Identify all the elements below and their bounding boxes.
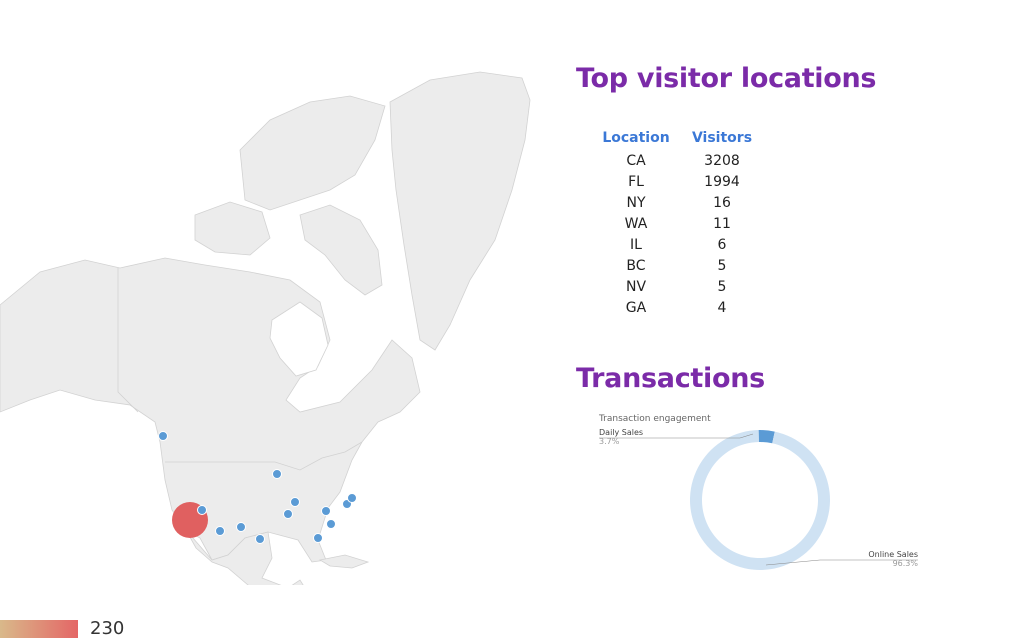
visitor-marker[interactable] <box>197 505 207 515</box>
table-row: GA 4 <box>600 297 772 318</box>
visitor-marker[interactable] <box>347 493 357 503</box>
slice-percent-online-sales: 96.3% <box>893 559 919 568</box>
visitor-marker[interactable] <box>321 506 331 516</box>
map-region-victoria-island <box>194 201 271 256</box>
transaction-engagement-chart: Transaction engagement Daily Sales 3.7% … <box>590 410 930 585</box>
visitor-map[interactable] <box>0 40 540 585</box>
transactions-title: Transactions <box>576 363 765 394</box>
visitor-marker[interactable] <box>158 431 168 441</box>
donut-slice-online-sales[interactable] <box>690 430 830 570</box>
table-row: NY 16 <box>600 192 772 213</box>
dashboard-page: 230 Top visitor locations Location Visit… <box>0 0 1024 640</box>
visitor-marker[interactable] <box>326 519 336 529</box>
location-cell: BC <box>626 257 646 274</box>
table-row: BC 5 <box>600 255 772 276</box>
column-header-location[interactable]: Location <box>600 130 672 150</box>
map-region-baffin-island <box>299 204 383 296</box>
visitor-marker[interactable] <box>313 533 323 543</box>
visitor-locations-title: Top visitor locations <box>576 63 877 94</box>
donut-svg: Transaction engagement Daily Sales 3.7% … <box>598 414 919 570</box>
table-row: CA 3208 <box>600 150 772 171</box>
visitor-marker[interactable] <box>272 469 282 479</box>
location-cell: FL <box>628 173 644 190</box>
visitor-locations-table: Location Visitors CA 3208 FL 1994 NY 16 <box>600 130 772 318</box>
column-header-visitors[interactable]: Visitors <box>672 130 772 150</box>
location-cell: NY <box>626 194 646 211</box>
visitor-marker[interactable] <box>236 522 246 532</box>
donut-slice-daily-sales[interactable] <box>758 430 775 444</box>
legend-color-scale <box>0 619 78 638</box>
visitors-cell: 5 <box>717 278 727 295</box>
visitors-cell: 4 <box>717 299 727 316</box>
map-region-cuba <box>318 554 370 569</box>
location-cell: GA <box>625 299 647 316</box>
visitors-cell: 1994 <box>704 173 740 190</box>
chart-title: Transaction engagement <box>598 414 711 424</box>
map-region-greenland <box>389 71 531 351</box>
donut-slices <box>690 430 830 570</box>
visitor-marker[interactable] <box>283 509 293 519</box>
location-cell: IL <box>630 236 642 253</box>
slice-label-daily-sales: Daily Sales <box>599 428 643 437</box>
visitors-cell: 11 <box>713 215 731 232</box>
map-region-north-america <box>0 257 421 563</box>
table-header-row: Location Visitors <box>600 130 772 150</box>
visitors-cell: 3208 <box>704 152 740 169</box>
visitors-cell: 5 <box>717 257 727 274</box>
visitors-cell: 16 <box>713 194 731 211</box>
location-cell: NV <box>625 278 647 295</box>
map-svg <box>0 71 531 585</box>
visitor-locations-panel: Top visitor locations Location Visitors … <box>576 60 996 318</box>
table-row: NV 5 <box>600 276 772 297</box>
table-row: IL 6 <box>600 234 772 255</box>
visitor-marker[interactable] <box>255 534 265 544</box>
location-cell: WA <box>624 215 648 232</box>
visitors-cell: 6 <box>717 236 727 253</box>
slice-label-online-sales: Online Sales <box>868 550 918 559</box>
table-row: FL 1994 <box>600 171 772 192</box>
transactions-section: Transactions <box>576 360 765 398</box>
visitor-marker[interactable] <box>290 497 300 507</box>
map-legend: 230 <box>0 618 124 639</box>
legend-max-value: 230 <box>90 618 125 639</box>
slice-percent-daily-sales: 3.7% <box>599 437 620 446</box>
table-row: WA 11 <box>600 213 772 234</box>
visitor-marker[interactable] <box>215 526 225 536</box>
location-cell: CA <box>626 152 646 169</box>
map-region-arctic-islands <box>239 95 386 211</box>
